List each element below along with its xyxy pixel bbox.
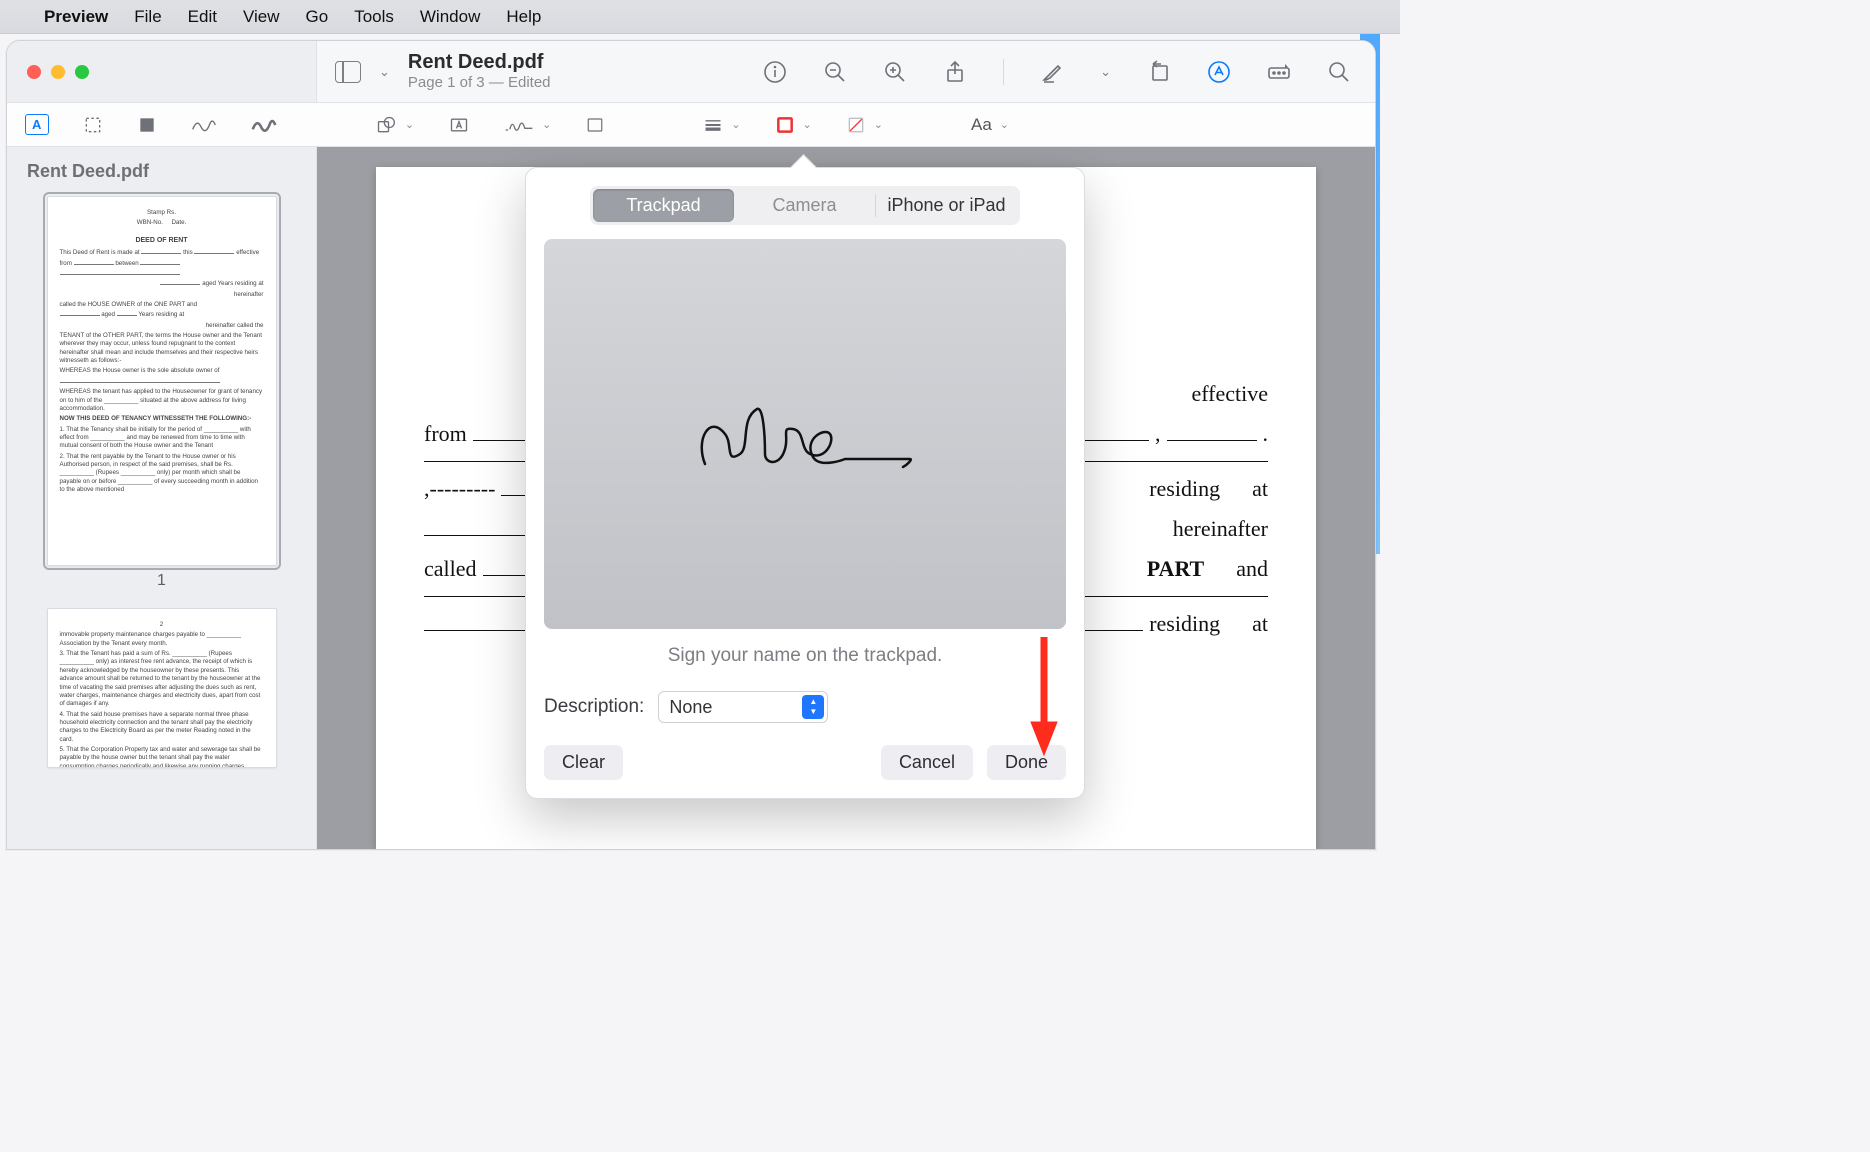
description-select[interactable]: None ▲▼ [658,691,828,723]
zoom-in-icon[interactable] [883,60,907,84]
window-title: Rent Deed.pdf [408,51,551,74]
menu-edit[interactable]: Edit [188,7,217,27]
sidebar-toggle-icon[interactable] [335,61,361,83]
signature-drawing [685,379,925,489]
rotate-icon[interactable] [1147,60,1171,84]
sign-tool[interactable]: ⌄ [504,116,551,134]
clear-button[interactable]: Clear [544,745,623,780]
title-toolbar: ⌄ [763,59,1375,85]
document-viewport[interactable]: effective from , . ,--------- residing a [317,147,1375,849]
signature-popover: Trackpad Camera iPhone or iPad Sign your… [525,167,1085,799]
page-thumbnail-2[interactable]: 2 immovable property maintenance charges… [47,608,277,768]
toolbar-divider [1003,59,1004,85]
preview-window: ⌄ Rent Deed.pdf Page 1 of 3 — Edited ⌄ A [6,40,1376,850]
page-thumbnail-1[interactable]: Stamp Rs. WBN-No. Date. DEED OF RENT Thi… [47,196,277,566]
menu-view[interactable]: View [243,7,280,27]
fill-color-tool[interactable]: ⌄ [846,115,883,135]
page-number-1: 1 [27,572,296,590]
signature-canvas[interactable] [544,239,1066,629]
description-value: None [669,697,712,718]
redact-tool[interactable] [137,115,157,135]
line-style-tool[interactable]: ⌄ [703,117,740,133]
minimize-button[interactable] [51,65,65,79]
share-icon[interactable] [943,60,967,84]
tab-camera[interactable]: Camera [734,189,875,222]
cancel-button[interactable]: Cancel [881,745,973,780]
sidebar-title: Rent Deed.pdf [27,161,296,182]
info-icon[interactable] [763,60,787,84]
highlight-icon[interactable] [1040,60,1064,84]
menu-window[interactable]: Window [420,7,480,27]
done-button[interactable]: Done [987,745,1066,780]
sidebar-toggle-chevron-icon[interactable]: ⌄ [379,64,390,80]
select-stepper-icon: ▲▼ [802,695,824,719]
thumbnail-sidebar: Rent Deed.pdf Stamp Rs. WBN-No. Date. DE… [7,147,317,849]
text-select-tool[interactable]: A [25,114,49,135]
fullscreen-button[interactable] [75,65,89,79]
title-block: Rent Deed.pdf Page 1 of 3 — Edited [408,51,551,91]
note-tool[interactable] [585,116,605,134]
titlebar: ⌄ Rent Deed.pdf Page 1 of 3 — Edited ⌄ [7,41,1375,103]
draw-tool[interactable] [251,115,277,135]
sketch-tool[interactable] [191,115,217,135]
rect-select-tool[interactable] [83,115,103,135]
text-select-icon: A [25,114,49,135]
tab-trackpad[interactable]: Trackpad [593,189,734,222]
window-controls [7,41,317,102]
search-icon[interactable] [1327,60,1351,84]
markup-icon[interactable] [1207,60,1231,84]
menu-go[interactable]: Go [306,7,329,27]
text-box-tool[interactable] [448,115,470,135]
shapes-tool[interactable]: ⌄ [375,115,414,135]
form-fields-icon[interactable] [1267,60,1291,84]
menu-file[interactable]: File [134,7,161,27]
app-name[interactable]: Preview [44,7,108,27]
signature-hint: Sign your name on the trackpad. [544,645,1066,667]
signature-source-tabs: Trackpad Camera iPhone or iPad [590,186,1020,225]
zoom-out-icon[interactable] [823,60,847,84]
description-label: Description: [544,696,644,718]
highlight-chevron-icon[interactable]: ⌄ [1100,64,1111,80]
close-button[interactable] [27,65,41,79]
border-color-tool[interactable]: ⌄ [775,115,812,135]
tab-iphone-ipad[interactable]: iPhone or iPad [876,189,1017,222]
window-subtitle: Page 1 of 3 — Edited [408,74,551,91]
markup-toolbar: A ⌄ ⌄ ⌄ ⌄ ⌄ Aa⌄ [7,103,1375,147]
menu-help[interactable]: Help [506,7,541,27]
menu-tools[interactable]: Tools [354,7,394,27]
text-style-tool[interactable]: Aa⌄ [971,115,1009,135]
menubar: Preview File Edit View Go Tools Window H… [0,0,1400,34]
